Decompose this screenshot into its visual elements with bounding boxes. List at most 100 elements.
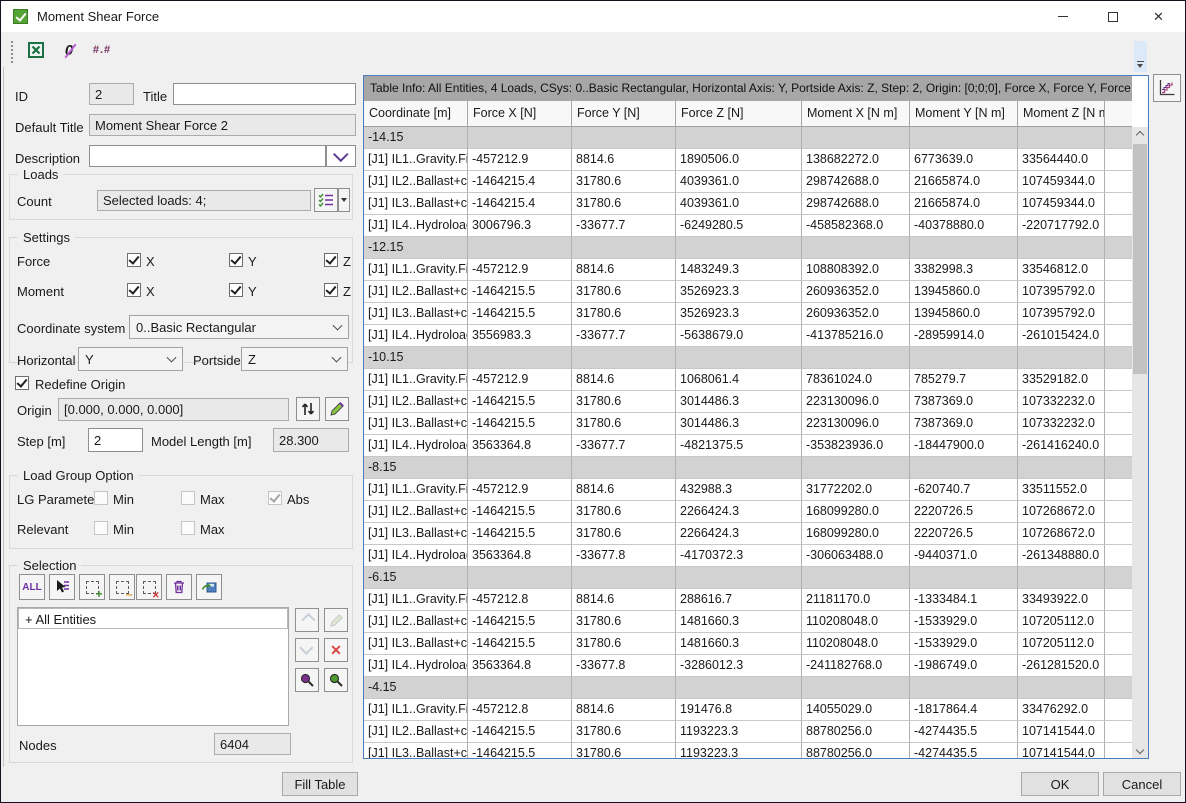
value-cell[interactable]: [1105, 391, 1132, 413]
select-loads-button[interactable]: [314, 188, 338, 212]
value-cell[interactable]: 108808392.0: [802, 259, 910, 281]
value-cell[interactable]: 31780.6: [572, 303, 676, 325]
collapsed-splitter[interactable]: [1134, 41, 1147, 72]
data-row[interactable]: [J1] IL4..Hydroload_3563364.8-33677.8-32…: [364, 655, 1132, 677]
value-cell[interactable]: 31780.6: [572, 523, 676, 545]
data-row[interactable]: [J1] IL1..Gravity.Fixe-457212.88814.6191…: [364, 699, 1132, 721]
value-cell[interactable]: -457212.8: [468, 699, 572, 721]
data-row[interactable]: [J1] IL2..Ballast+crai-1464215.431780.64…: [364, 171, 1132, 193]
value-cell[interactable]: 288616.7: [676, 589, 802, 611]
data-row[interactable]: [J1] IL4..Hydroload_3563364.8-33677.8-41…: [364, 545, 1132, 567]
group-header-row[interactable]: -6.15: [364, 567, 1132, 589]
value-cell[interactable]: 21181170.0: [802, 589, 910, 611]
value-cell[interactable]: 4039361.0: [676, 171, 802, 193]
value-cell[interactable]: 4039361.0: [676, 193, 802, 215]
value-cell[interactable]: 31780.6: [572, 721, 676, 743]
data-row[interactable]: [J1] IL2..Ballast+crai-1464215.531780.62…: [364, 501, 1132, 523]
selection-list-item[interactable]: + All Entities: [18, 608, 288, 629]
group-cell[interactable]: [468, 457, 572, 479]
value-cell[interactable]: -1464215.5: [468, 633, 572, 655]
group-cell[interactable]: [1018, 127, 1105, 149]
value-cell[interactable]: [1105, 611, 1132, 633]
value-cell[interactable]: 2220726.5: [910, 523, 1018, 545]
data-row[interactable]: [J1] IL2..Ballast+crai-1464215.531780.63…: [364, 391, 1132, 413]
value-cell[interactable]: 1481660.3: [676, 611, 802, 633]
scroll-up-button[interactable]: [1132, 127, 1148, 143]
load-name-cell[interactable]: [J1] IL2..Ballast+crai: [364, 391, 468, 413]
value-cell[interactable]: 33511552.0: [1018, 479, 1105, 501]
load-name-cell[interactable]: [J1] IL3..Ballast+crai: [364, 743, 468, 758]
value-cell[interactable]: -261281520.0: [1018, 655, 1105, 677]
value-cell[interactable]: [1105, 303, 1132, 325]
data-row[interactable]: [J1] IL3..Ballast+crai-1464215.531780.61…: [364, 633, 1132, 655]
load-name-cell[interactable]: [J1] IL1..Gravity.Fixe: [364, 259, 468, 281]
value-cell[interactable]: -33677.7: [572, 435, 676, 457]
value-cell[interactable]: 107141544.0: [1018, 721, 1105, 743]
load-name-cell[interactable]: [J1] IL4..Hydroload_: [364, 325, 468, 347]
value-cell[interactable]: 260936352.0: [802, 303, 910, 325]
value-cell[interactable]: -1333484.1: [910, 589, 1018, 611]
value-cell[interactable]: 3563364.8: [468, 435, 572, 457]
group-coordinate-cell[interactable]: -10.15: [364, 347, 468, 369]
value-cell[interactable]: 785279.7: [910, 369, 1018, 391]
value-cell[interactable]: 3526923.3: [676, 303, 802, 325]
value-cell[interactable]: 33546812.0: [1018, 259, 1105, 281]
export-excel-button[interactable]: [23, 37, 49, 63]
group-cell[interactable]: [802, 457, 910, 479]
description-dropdown-button[interactable]: [326, 145, 356, 167]
edit-origin-button[interactable]: [325, 397, 349, 421]
value-cell[interactable]: -33677.8: [572, 655, 676, 677]
description-input[interactable]: [89, 145, 326, 167]
group-cell[interactable]: [572, 677, 676, 699]
value-cell[interactable]: [1105, 369, 1132, 391]
value-cell[interactable]: -261348880.0: [1018, 545, 1105, 567]
group-cell[interactable]: [1105, 237, 1132, 259]
value-cell[interactable]: 31780.6: [572, 193, 676, 215]
group-coordinate-cell[interactable]: -14.15: [364, 127, 468, 149]
data-row[interactable]: [J1] IL3..Ballast+crai-1464215.531780.63…: [364, 303, 1132, 325]
load-name-cell[interactable]: [J1] IL1..Gravity.Fixe: [364, 589, 468, 611]
value-cell[interactable]: 3014486.3: [676, 391, 802, 413]
group-cell[interactable]: [1018, 567, 1105, 589]
value-cell[interactable]: 33476292.0: [1018, 699, 1105, 721]
zoom-selection-button[interactable]: [295, 668, 319, 692]
value-cell[interactable]: 8814.6: [572, 369, 676, 391]
value-cell[interactable]: 138682272.0: [802, 149, 910, 171]
group-cell[interactable]: [676, 567, 802, 589]
load-name-cell[interactable]: [J1] IL3..Ballast+crai: [364, 303, 468, 325]
group-cell[interactable]: [676, 457, 802, 479]
load-name-cell[interactable]: [J1] IL2..Ballast+crai: [364, 171, 468, 193]
group-cell[interactable]: [910, 127, 1018, 149]
table-vertical-scrollbar[interactable]: [1132, 127, 1148, 758]
value-cell[interactable]: -4274435.5: [910, 721, 1018, 743]
value-cell[interactable]: [1105, 721, 1132, 743]
value-cell[interactable]: 107268672.0: [1018, 501, 1105, 523]
value-cell[interactable]: 8814.6: [572, 149, 676, 171]
data-row[interactable]: [J1] IL1..Gravity.Fixe-457212.98814.6106…: [364, 369, 1132, 391]
column-header[interactable]: Moment X [N m]: [802, 101, 910, 127]
show-chart-button[interactable]: [1153, 74, 1181, 102]
group-cell[interactable]: [1105, 567, 1132, 589]
value-cell[interactable]: 107332232.0: [1018, 413, 1105, 435]
coordinate-system-combo[interactable]: 0..Basic Rectangular: [129, 315, 349, 339]
value-cell[interactable]: 21665874.0: [910, 171, 1018, 193]
title-input[interactable]: [173, 83, 356, 105]
value-cell[interactable]: -4170372.3: [676, 545, 802, 567]
data-row[interactable]: [J1] IL3..Ballast+crai-1464215.431780.64…: [364, 193, 1132, 215]
value-cell[interactable]: -28959914.0: [910, 325, 1018, 347]
group-cell[interactable]: [910, 677, 1018, 699]
group-cell[interactable]: [1105, 347, 1132, 369]
value-cell[interactable]: [1105, 589, 1132, 611]
value-cell[interactable]: -33677.7: [572, 325, 676, 347]
group-cell[interactable]: [572, 127, 676, 149]
swap-origin-button[interactable]: [296, 397, 320, 421]
value-cell[interactable]: 223130096.0: [802, 391, 910, 413]
value-cell[interactable]: 1890506.0: [676, 149, 802, 171]
value-cell[interactable]: 1193223.3: [676, 743, 802, 758]
value-cell[interactable]: 3563364.8: [468, 655, 572, 677]
toolbar-grip[interactable]: [11, 41, 16, 63]
value-cell[interactable]: 110208048.0: [802, 633, 910, 655]
value-cell[interactable]: 8814.6: [572, 479, 676, 501]
group-cell[interactable]: [468, 347, 572, 369]
value-cell[interactable]: 107459344.0: [1018, 171, 1105, 193]
